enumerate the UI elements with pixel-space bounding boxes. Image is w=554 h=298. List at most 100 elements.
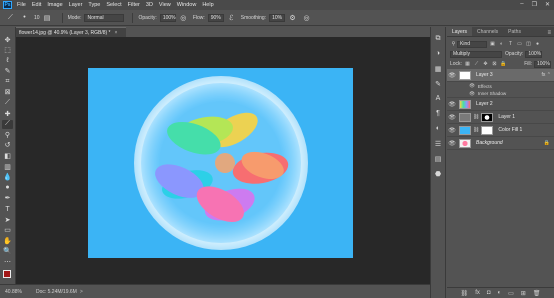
quick-select-tool-icon[interactable]: ✎ (2, 67, 13, 76)
close-window-button[interactable]: ✕ (545, 1, 550, 8)
pressure-opacity-icon[interactable]: ◎ (179, 13, 188, 22)
menu-window[interactable]: Window (177, 2, 197, 8)
pressure-size-icon[interactable]: ◎ (302, 13, 311, 22)
layer-opacity-field[interactable]: 100% (525, 50, 543, 58)
close-tab-icon[interactable]: × (115, 30, 118, 36)
opacity-field[interactable]: 100% (159, 13, 176, 22)
color-panel-icon[interactable]: ◑ (434, 49, 443, 58)
new-layer-icon[interactable]: ⊞ (521, 290, 526, 297)
gear-icon[interactable]: ⚙ (288, 13, 297, 22)
minimize-button[interactable]: – (520, 1, 523, 8)
healing-brush-tool-icon[interactable]: ✚ (2, 109, 13, 118)
flow-field[interactable]: 90% (207, 13, 224, 22)
layer-mask-thumbnail[interactable] (481, 125, 494, 135)
dodge-tool-icon[interactable]: ● (2, 183, 13, 192)
maximize-button[interactable]: ❐ (532, 1, 537, 8)
filter-smart-object-icon[interactable]: ◫ (525, 41, 532, 48)
status-menu-arrow[interactable]: > (80, 289, 83, 295)
lock-icon[interactable]: 🔒 (544, 140, 550, 146)
brush-size[interactable]: 10 (34, 15, 40, 21)
styles-panel-icon[interactable]: ⬣ (434, 169, 443, 178)
adjustment-icon[interactable]: ◐ (497, 290, 501, 296)
eyedropper-tool-icon[interactable]: ⟋ (2, 99, 13, 108)
zoom-level[interactable]: 40.88% (5, 289, 22, 295)
mask-icon[interactable]: ◘ (487, 290, 491, 296)
airbrush-icon[interactable]: ℰ (227, 13, 236, 22)
menu-image[interactable]: Image (47, 2, 62, 8)
filter-kind-select[interactable]: Kind (457, 40, 487, 48)
crop-tool-icon[interactable]: ⌗ (2, 77, 13, 86)
brush-preset-picker[interactable]: • (20, 13, 29, 22)
folder-icon[interactable]: ▭ (508, 290, 514, 297)
history-panel-icon[interactable]: ⧉ (434, 34, 443, 43)
brush-settings-icon[interactable]: ▤ (43, 13, 52, 22)
lock-pixels-icon[interactable]: ▦ (464, 61, 471, 68)
brush-tool-icon[interactable]: ⟋ (2, 119, 13, 129)
marquee-tool-icon[interactable]: ⬚ (2, 46, 13, 55)
menu-file[interactable]: File (17, 2, 26, 8)
type-tool-icon[interactable]: T (2, 205, 13, 214)
clone-stamp-tool-icon[interactable]: ⚲ (2, 130, 13, 139)
lock-paint-icon[interactable]: ⟋ (473, 61, 480, 68)
libraries-panel-icon[interactable]: ▤ (434, 154, 443, 163)
character-panel-icon[interactable]: A (434, 94, 443, 103)
document-tab[interactable]: flower14.jpg @ 40.9% (Layer 3, RGB/8) * … (16, 27, 126, 37)
visibility-eye-icon[interactable]: 👁 (447, 72, 457, 79)
brush-tool-icon[interactable]: ⟋ (6, 13, 15, 22)
menu-edit[interactable]: Edit (32, 2, 41, 8)
visibility-eye-icon[interactable]: 👁 (447, 127, 457, 134)
menu-3d[interactable]: 3D (146, 2, 153, 8)
layer-row-layer-2[interactable]: 👁 Layer 2 (447, 98, 554, 111)
lock-all-icon[interactable]: 🔒 (500, 61, 507, 68)
panel-menu-icon[interactable]: ≡ (547, 30, 551, 36)
paragraph-panel-icon[interactable]: ¶ (434, 109, 443, 118)
mode-select[interactable]: Normal (84, 13, 125, 22)
lock-position-icon[interactable]: ✥ (482, 61, 489, 68)
adjustments-panel-icon[interactable]: ◐ (434, 124, 443, 133)
hand-tool-icon[interactable]: ✋ (2, 236, 13, 245)
menu-view[interactable]: View (159, 2, 171, 8)
shape-tool-icon[interactable]: ▭ (2, 226, 13, 235)
path-select-tool-icon[interactable]: ➤ (2, 215, 13, 224)
menu-select[interactable]: Select (106, 2, 121, 8)
fx-badge-icon[interactable]: fx ⌃ (542, 72, 551, 78)
layer-mask-thumbnail[interactable] (481, 112, 494, 122)
menu-layer[interactable]: Layer (69, 2, 83, 8)
menu-filter[interactable]: Filter (128, 2, 140, 8)
frame-tool-icon[interactable]: ⊠ (2, 88, 13, 97)
eraser-tool-icon[interactable]: ◧ (2, 152, 13, 161)
link-icon[interactable]: ⛓ (461, 290, 469, 297)
document-canvas[interactable] (88, 68, 353, 258)
visibility-eye-icon[interactable]: 👁 (447, 114, 457, 121)
layer-row-color-fill-1[interactable]: 👁 ⛓ Color Fill 1 (447, 124, 554, 137)
swatches-panel-icon[interactable]: ▦ (434, 64, 443, 73)
filter-pixel-icon[interactable]: ▣ (489, 41, 496, 48)
visibility-eye-icon[interactable]: 👁 (447, 101, 457, 108)
blend-mode-select[interactable]: Multiply (450, 50, 502, 58)
inner-shadow-eye-icon[interactable]: 👁 (469, 91, 475, 97)
visibility-eye-icon[interactable]: 👁 (447, 140, 457, 147)
trash-icon[interactable]: 🗑 (533, 290, 541, 297)
effects-eye-icon[interactable]: 👁 (469, 83, 475, 89)
tab-layers[interactable]: Layers (447, 27, 473, 36)
foreground-color-swatch[interactable] (3, 270, 11, 278)
tab-paths[interactable]: Paths (503, 27, 526, 36)
inner-shadow-row[interactable]: 👁 Inner Shadow (447, 90, 554, 98)
tab-channels[interactable]: Channels (472, 27, 503, 36)
layer-fill-field[interactable]: 100% (534, 60, 551, 68)
layer-row-layer-1[interactable]: 👁 ⛓ Layer 1 (447, 111, 554, 124)
lasso-tool-icon[interactable]: ℓ (2, 56, 13, 65)
fx-icon[interactable]: fx (475, 290, 480, 296)
pen-tool-icon[interactable]: ✒ (2, 194, 13, 203)
lock-artboard-icon[interactable]: ⊠ (491, 61, 498, 68)
filter-type-icon[interactable]: T (507, 41, 514, 48)
brushes-panel-icon[interactable]: ✎ (434, 79, 443, 88)
more-tools-icon[interactable]: ⋯ (2, 257, 13, 266)
layer-row-background[interactable]: 👁 Background 🔒 (447, 137, 554, 150)
history-brush-tool-icon[interactable]: ↺ (2, 141, 13, 150)
menu-help[interactable]: Help (202, 2, 213, 8)
filter-toggle-icon[interactable]: ● (534, 41, 541, 48)
properties-panel-icon[interactable]: ☰ (434, 139, 443, 148)
gradient-tool-icon[interactable]: ▥ (2, 162, 13, 171)
smoothing-field[interactable]: 10% (269, 13, 286, 22)
